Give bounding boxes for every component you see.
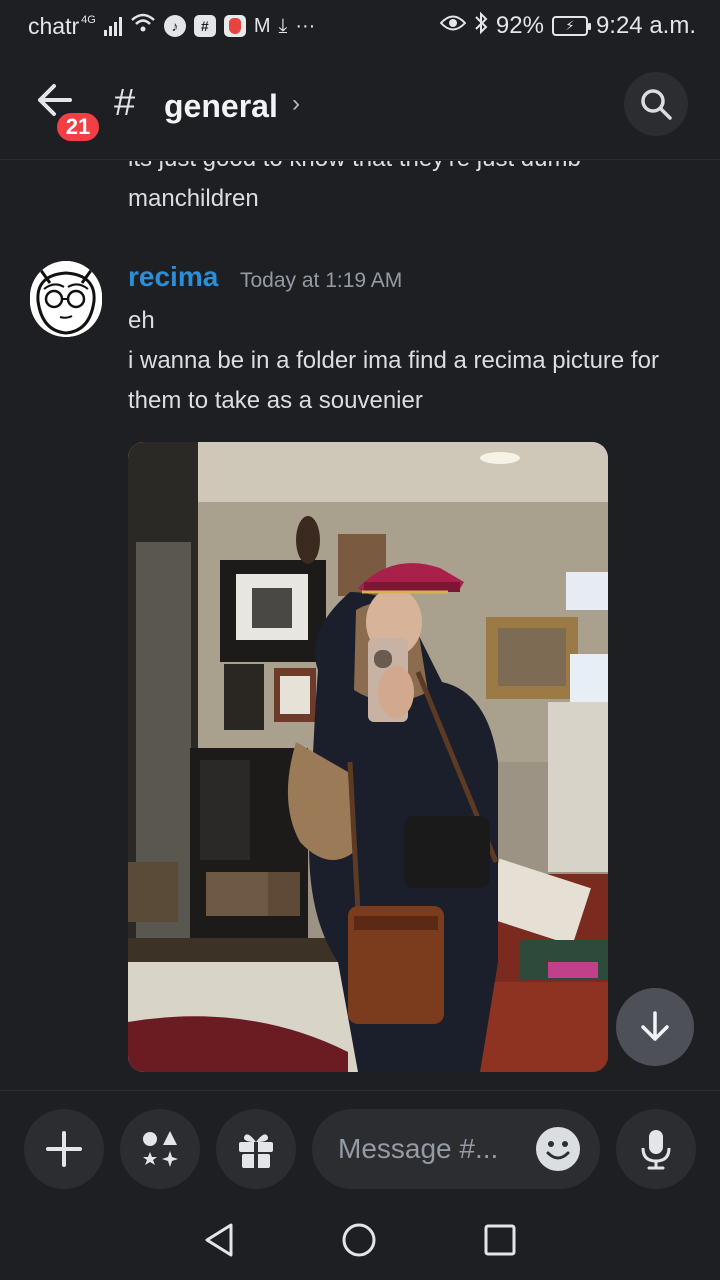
message-input[interactable]: Message #... [312, 1109, 600, 1189]
more-notifications-icon: ··· [295, 14, 316, 37]
message-list[interactable]: its just good to know that they're just … [0, 161, 720, 1090]
channel-header: 21 # general › [0, 52, 720, 160]
gift-icon [239, 1134, 273, 1168]
add-attachment-button[interactable] [24, 1109, 104, 1189]
music-icon: ♪ [163, 15, 186, 37]
download-icon: ⤓ [278, 14, 288, 37]
search-button[interactable] [624, 72, 688, 136]
message-composer: Message #... [0, 1090, 720, 1200]
nav-recents-icon[interactable] [483, 1223, 517, 1257]
chevron-right-icon[interactable]: › [292, 90, 300, 118]
clock: 9:24 a.m. [595, 12, 696, 39]
channel-name[interactable]: general [164, 88, 278, 125]
gmail-icon: M [253, 14, 271, 37]
voice-message-button[interactable] [616, 1109, 696, 1189]
network-label: 4G [81, 14, 96, 26]
emoji-icon [546, 1141, 570, 1160]
message-input-placeholder: Message #... [338, 1133, 499, 1164]
apps-button[interactable] [120, 1109, 200, 1189]
bluetooth-icon [474, 11, 488, 41]
message-line-2: i wanna be in a folder ima find a recima… [128, 347, 659, 414]
jump-to-bottom-button[interactable] [616, 988, 694, 1066]
nav-home-icon[interactable] [341, 1222, 377, 1258]
hashtag-app-icon: # [193, 15, 216, 37]
battery-percent: 92% [495, 12, 544, 39]
nav-back-icon[interactable] [203, 1222, 235, 1258]
carrier-label: chatr [28, 12, 80, 39]
apps-icon [143, 1131, 178, 1167]
wifi-icon [130, 12, 156, 40]
arrow-down-icon [641, 1011, 669, 1041]
previous-message-text: manchildren [128, 185, 259, 212]
plus-icon [46, 1131, 82, 1167]
emoji-button[interactable] [536, 1127, 580, 1171]
message-line-1: eh [128, 307, 155, 334]
microphone-icon [641, 1130, 671, 1170]
hashtag-icon: # [114, 82, 136, 124]
previous-message-cut: its just good to know that they're just … [128, 161, 581, 173]
message-author[interactable]: recima [128, 261, 218, 293]
status-bar: chatr 4G ♪ # M ⤓ ··· 92% ⚡ 9:24 a.m. [0, 0, 720, 52]
battery-icon: ⚡ [551, 16, 591, 36]
unread-badge: 21 [54, 110, 102, 144]
signal-icon [103, 16, 122, 36]
avatar[interactable] [30, 261, 102, 337]
app-notification-icon [223, 15, 246, 37]
search-icon [641, 89, 672, 120]
system-navigation-bar [0, 1200, 720, 1280]
eye-icon [439, 14, 467, 38]
gift-button[interactable] [216, 1109, 296, 1189]
message-timestamp: Today at 1:19 AM [240, 269, 403, 292]
attached-photo[interactable] [128, 442, 608, 1072]
